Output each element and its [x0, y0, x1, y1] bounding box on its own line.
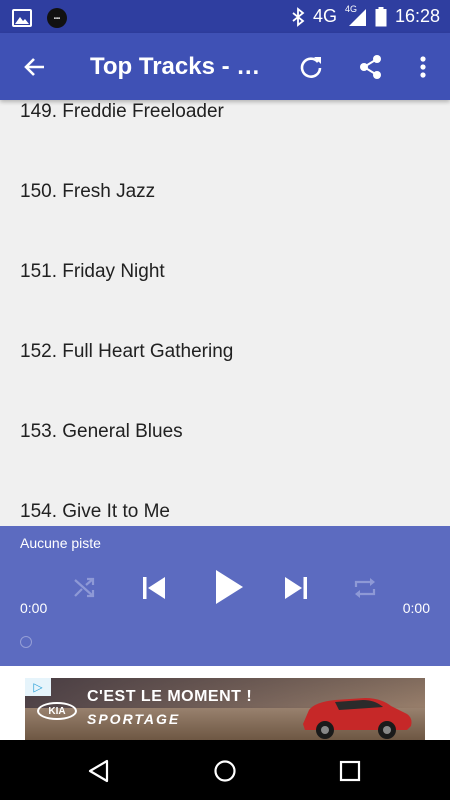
- back-triangle-icon[interactable]: [88, 759, 110, 783]
- ad-subline: SPORTAGE: [87, 711, 181, 727]
- elapsed-time: 0:00: [20, 600, 48, 616]
- ad-headline: C'EST LE MOMENT !: [87, 688, 253, 705]
- app-bar: Top Tracks - S...: [0, 33, 450, 100]
- signal-group: 4G: [345, 4, 367, 27]
- status-bar-system: 4G 4G 16:28: [291, 0, 440, 33]
- bluetooth-icon: [292, 6, 305, 27]
- seek-bar-thumb[interactable]: [20, 636, 32, 648]
- list-item[interactable]: 150. Fresh Jazz: [20, 181, 155, 203]
- shuffle-icon[interactable]: [72, 575, 98, 601]
- recents-square-icon[interactable]: [339, 760, 361, 782]
- share-icon[interactable]: [356, 52, 386, 82]
- now-playing-label: Aucune piste: [20, 535, 101, 551]
- svg-text:•••: •••: [54, 17, 60, 23]
- more-vert-icon[interactable]: [408, 52, 438, 82]
- clock: 16:28: [394, 6, 440, 26]
- list-item[interactable]: 151. Friday Night: [20, 261, 165, 283]
- next-icon[interactable]: [282, 574, 310, 602]
- mini-player: Aucune piste 0:00 0:00: [0, 526, 450, 666]
- ad-choices-icon[interactable]: ▷: [25, 678, 51, 696]
- list-item[interactable]: 153. General Blues: [20, 421, 183, 443]
- status-bar: ••• 4G 4G 16:28: [0, 0, 450, 33]
- app-badge-icon: •••: [47, 8, 67, 28]
- network-type: 4G: [312, 6, 337, 26]
- list-item[interactable]: 149. Freddie Freeloader: [20, 101, 224, 123]
- page-title: Top Tracks - S...: [90, 53, 270, 80]
- track-list[interactable]: 149. Freddie Freeloader 150. Fresh Jazz …: [0, 100, 450, 526]
- previous-icon[interactable]: [140, 574, 168, 602]
- list-item[interactable]: 152. Full Heart Gathering: [20, 341, 233, 363]
- image-icon: [12, 9, 32, 27]
- car-image-icon: [303, 698, 412, 739]
- play-icon[interactable]: [210, 568, 246, 606]
- status-bar-notifications: •••: [12, 7, 68, 29]
- refresh-icon[interactable]: [296, 52, 326, 82]
- battery-icon: [375, 6, 387, 26]
- system-nav-bar: [0, 740, 450, 800]
- ad-area: ▷ KIA C'EST LE MOMENT ! SPORTAGE: [0, 666, 450, 740]
- repeat-icon[interactable]: [352, 575, 378, 601]
- ad-banner[interactable]: ▷ KIA C'EST LE MOMENT ! SPORTAGE: [25, 678, 425, 740]
- back-arrow-icon[interactable]: [20, 52, 50, 82]
- home-circle-icon[interactable]: [213, 759, 237, 783]
- list-item[interactable]: 154. Give It to Me: [20, 501, 170, 523]
- signal-icon: [348, 8, 366, 26]
- brand-logo: KIA: [37, 702, 77, 720]
- total-time: 0:00: [402, 600, 430, 616]
